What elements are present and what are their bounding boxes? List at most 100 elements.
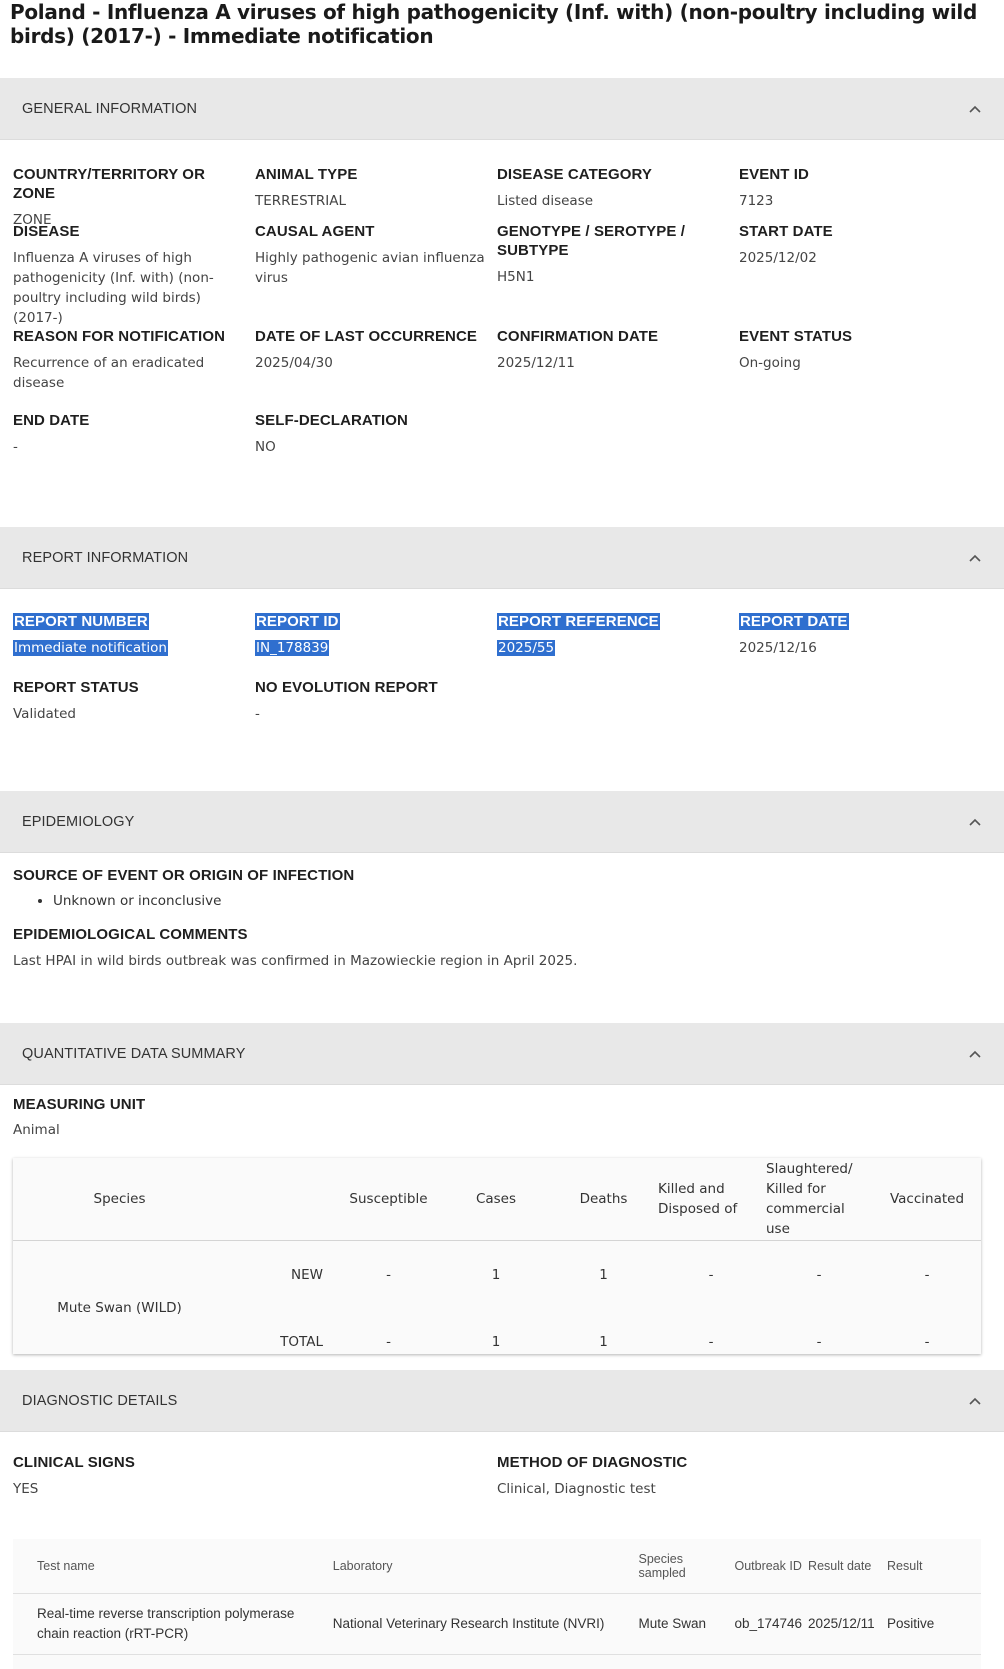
field-label: EVENT ID [739, 166, 809, 183]
cell-result: Positive [881, 1593, 981, 1655]
field-self-declaration: SELF-DECLARATION NO [255, 411, 497, 471]
chevron-up-icon[interactable] [968, 1394, 982, 1408]
field-label: DISEASE [13, 223, 80, 240]
quantitative-table-card: Species Susceptible Cases Deaths Killed … [13, 1158, 981, 1354]
unit-label: MEASURING UNIT [13, 1096, 146, 1113]
col-laboratory: Laboratory [308, 1539, 629, 1594]
cell-laboratory: National Veterinary Research Institute (… [308, 1593, 629, 1655]
epidemiology-header[interactable]: EPIDEMIOLOGY [0, 791, 1004, 853]
chevron-up-icon[interactable] [968, 815, 982, 829]
field-label: REPORT ID [255, 613, 340, 630]
cell-cases: 1 [491, 1266, 501, 1283]
diagnostic-table-card: Test name Laboratory Species sampled Out… [13, 1539, 981, 1669]
field-label: REPORT DATE [739, 613, 849, 630]
section-header-label: DIAGNOSTIC DETAILS [22, 1392, 178, 1409]
col-slaughtered: Slaughtered/ Killed for commercial use [765, 1158, 873, 1241]
report-page: Poland - Influenza A viruses of high pat… [0, 0, 1004, 1669]
col-kind [226, 1158, 335, 1241]
field-value: 2025/04/30 [255, 355, 333, 371]
cell-slaughtered: - [816, 1266, 822, 1283]
section-header-label: EPIDEMIOLOGY [22, 813, 135, 830]
page-title: Poland - Influenza A viruses of high pat… [10, 0, 977, 48]
field-label: DATE OF LAST OCCURRENCE [255, 328, 478, 345]
diagnostic-header[interactable]: DIAGNOSTIC DETAILS [0, 1370, 1004, 1432]
field-value: Immediate notification [13, 640, 168, 656]
epidemiology-source: SOURCE OF EVENT OR ORIGIN OF INFECTION U… [13, 866, 991, 911]
general-information-section: GENERAL INFORMATION COUNTRY/TERRITORY OR… [0, 78, 1004, 527]
diagnostic-section: DIAGNOSTIC DETAILS CLINICAL SIGNS YES ME… [0, 1370, 1004, 1669]
field-country-zone: COUNTRY/TERRITORY OR ZONE ZONE [13, 165, 255, 228]
field-no-evolution-report: NO EVOLUTION REPORT - [255, 678, 497, 738]
cell-killed: - [708, 1333, 714, 1350]
cell-test-name: Real-time reverse transcription polymera… [13, 1593, 309, 1655]
col-susceptible: Susceptible [335, 1158, 442, 1241]
table-header-row: Species Susceptible Cases Deaths Killed … [13, 1158, 981, 1241]
epidemiology-comments: EPIDEMIOLOGICAL COMMENTS Last HPAI in wi… [13, 925, 991, 971]
cell-deaths: 1 [599, 1333, 608, 1350]
field-event-status: EVENT STATUS On-going [739, 327, 981, 411]
cell-vaccinated: - [924, 1266, 930, 1283]
field-value: On-going [739, 355, 801, 371]
field-causal-agent: CAUSAL AGENT Highly pathogenic avian inf… [255, 222, 497, 327]
general-information-header[interactable]: GENERAL INFORMATION [0, 78, 1004, 140]
cell-susceptible: - [386, 1333, 391, 1350]
method-value: Clinical, Diagnostic test [497, 1481, 656, 1497]
field-label: SELF-DECLARATION [255, 412, 408, 429]
field-label: ANIMAL TYPE [255, 166, 358, 183]
clinical-label: CLINICAL SIGNS [13, 1454, 135, 1471]
col-outbreak-id: Outbreak ID [728, 1539, 803, 1594]
section-header-label: GENERAL INFORMATION [22, 100, 198, 117]
field-confirmation-date: CONFIRMATION DATE 2025/12/11 [497, 327, 739, 411]
cell-vaccinated: - [924, 1333, 930, 1350]
source-label: SOURCE OF EVENT OR ORIGIN OF INFECTION [13, 867, 355, 884]
method-label: METHOD OF DIAGNOSTIC [497, 1454, 688, 1471]
field-report-reference: REPORT REFERENCE 2025/55 [497, 612, 739, 678]
field-value: H5N1 [497, 269, 535, 285]
species-cell: Mute Swan (WILD) [57, 1300, 182, 1316]
col-species: Species [13, 1158, 226, 1241]
field-end-date: END DATE - [13, 411, 255, 471]
field-label: REASON FOR NOTIFICATION [13, 328, 226, 345]
epidemiology-section: EPIDEMIOLOGY SOURCE OF EVENT OR ORIGIN O… [0, 791, 1004, 1023]
field-animal-type: ANIMAL TYPE TERRESTRIAL [255, 165, 497, 222]
chevron-up-icon[interactable] [968, 551, 982, 565]
quantitative-header[interactable]: QUANTITATIVE DATA SUMMARY [0, 1023, 1004, 1085]
measuring-unit: MEASURING UNIT Animal [13, 1095, 991, 1140]
field-report-date: REPORT DATE 2025/12/16 [739, 612, 981, 678]
field-value: 2025/12/11 [497, 355, 575, 371]
field-value: 2025/12/02 [739, 250, 817, 266]
field-value: - [255, 706, 260, 722]
field-value: 7123 [739, 193, 774, 209]
method-of-diagnostic: METHOD OF DIAGNOSTIC Clinical, Diagnosti… [497, 1453, 981, 1499]
table-row: Real-time reverse transcription polymera… [13, 1593, 981, 1655]
col-result: Result [881, 1539, 981, 1594]
col-result-date: Result date [802, 1539, 882, 1594]
field-report-number: REPORT NUMBER Immediate notification [13, 612, 255, 678]
cell-species-sampled: Mute Swan [628, 1593, 729, 1655]
chevron-up-icon[interactable] [968, 102, 982, 116]
report-information-header[interactable]: REPORT INFORMATION [0, 527, 1004, 589]
field-label: REPORT NUMBER [13, 613, 149, 630]
field-value: Validated [13, 706, 76, 722]
col-killed: Killed and Disposed of [657, 1158, 765, 1241]
field-label: REPORT STATUS [13, 679, 139, 696]
quantitative-table: Species Susceptible Cases Deaths Killed … [13, 1158, 981, 1354]
field-value: Recurrence of an eradicated disease [13, 355, 205, 391]
quantitative-section: QUANTITATIVE DATA SUMMARY MEASURING UNIT… [0, 1023, 1004, 1370]
field-value: NO [255, 439, 276, 455]
field-value: 2025/55 [497, 640, 556, 656]
field-disease: DISEASE Influenza A viruses of high path… [13, 222, 255, 327]
table-header-row: Test name Laboratory Species sampled Out… [13, 1539, 981, 1594]
field-event-id: EVENT ID 7123 [739, 165, 981, 222]
field-value: Influenza A viruses of high pathogenicit… [13, 250, 214, 326]
source-list: Unknown or inconclusive [13, 891, 985, 911]
col-species-sampled: Species sampled [628, 1539, 729, 1594]
field-report-status: REPORT STATUS Validated [13, 678, 255, 738]
cell-deaths: 1 [599, 1266, 608, 1283]
clinical-value: YES [13, 1481, 39, 1497]
chevron-up-icon[interactable] [968, 1047, 982, 1061]
field-label: EVENT STATUS [739, 328, 853, 345]
clinical-signs: CLINICAL SIGNS YES [13, 1453, 497, 1499]
field-report-id: REPORT ID IN_178839 [255, 612, 497, 678]
field-reason-notification: REASON FOR NOTIFICATION Recurrence of an… [13, 327, 255, 411]
